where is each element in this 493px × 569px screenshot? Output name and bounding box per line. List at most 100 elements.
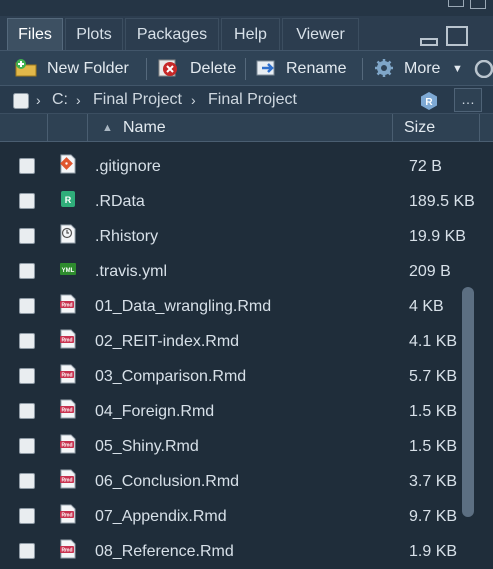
file-row[interactable]: Rmd 03_Comparison.Rmd 5.7 KB xyxy=(0,359,480,394)
select-all-column[interactable] xyxy=(0,114,48,142)
file-list: .gitignore 72 B R .RData 189.5 KB .Rhistory 19… xyxy=(0,149,493,568)
maximize-handle-icon[interactable] xyxy=(470,0,486,9)
toolbar-divider xyxy=(146,58,147,80)
file-size: 4 KB xyxy=(409,298,444,315)
breadcrumb-segment[interactable]: Final Project xyxy=(93,86,182,114)
new-folder-button[interactable]: New Folder xyxy=(47,51,129,85)
svg-text:Rmd: Rmd xyxy=(61,338,72,344)
file-checkbox[interactable] xyxy=(19,158,35,174)
file-row[interactable]: Rmd 07_Appendix.Rmd 9.7 KB xyxy=(0,499,480,534)
more-path-button[interactable]: … xyxy=(454,88,482,112)
file-size: 5.7 KB xyxy=(409,368,458,385)
refresh-icon[interactable] xyxy=(474,60,493,78)
file-size: 3.7 KB xyxy=(409,473,458,490)
file-row[interactable]: Rmd 06_Conclusion.Rmd 3.7 KB xyxy=(0,464,480,499)
file-size: 4.1 KB xyxy=(409,333,458,350)
svg-text:R: R xyxy=(425,97,433,108)
file-size: 209 B xyxy=(409,263,451,280)
scrollbar[interactable] xyxy=(462,149,474,568)
rmd-icon: Rmd xyxy=(60,294,76,314)
file-name-link[interactable]: 04_Foreign.Rmd xyxy=(95,394,214,429)
tab-files[interactable]: Files xyxy=(7,18,63,50)
svg-text:Rmd: Rmd xyxy=(61,513,72,519)
file-row[interactable]: .Rhistory 19.9 KB xyxy=(0,219,480,254)
name-column-header[interactable]: ▲ Name xyxy=(88,114,393,142)
tab-plots[interactable]: Plots xyxy=(65,18,123,50)
svg-text:Rmd: Rmd xyxy=(61,373,72,379)
file-checkbox[interactable] xyxy=(19,298,35,314)
gear-icon xyxy=(375,59,393,77)
file-name-link[interactable]: .Rhistory xyxy=(95,219,158,254)
window-top-strip xyxy=(0,0,493,16)
file-name-link[interactable]: 06_Conclusion.Rmd xyxy=(95,464,239,499)
file-checkbox[interactable] xyxy=(19,508,35,524)
toolbar-divider xyxy=(245,58,246,80)
more-dropdown-arrow-icon[interactable]: ▼ xyxy=(452,51,463,85)
home-checkbox-icon[interactable] xyxy=(13,93,29,109)
file-row[interactable]: Rmd 02_REIT-index.Rmd 4.1 KB xyxy=(0,324,480,359)
file-checkbox[interactable] xyxy=(19,333,35,349)
file-name-link[interactable]: 03_Comparison.Rmd xyxy=(95,359,246,394)
toolbar-divider xyxy=(362,58,363,80)
svg-text:Rmd: Rmd xyxy=(61,303,72,309)
delete-icon xyxy=(158,59,177,77)
file-name-link[interactable]: 05_Shiny.Rmd xyxy=(95,429,199,464)
file-checkbox[interactable] xyxy=(19,543,35,559)
file-row[interactable]: Rmd 01_Data_wrangling.Rmd 4 KB xyxy=(0,289,480,324)
file-checkbox[interactable] xyxy=(19,193,35,209)
breadcrumb-separator-icon: › xyxy=(191,92,196,108)
breadcrumb-separator-icon: › xyxy=(36,92,41,108)
rename-icon xyxy=(256,60,275,76)
maximize-pane-icon[interactable] xyxy=(446,26,468,46)
breadcrumb-segment[interactable]: Final Project xyxy=(208,86,297,114)
file-name-link[interactable]: .travis.yml xyxy=(95,254,167,289)
breadcrumb-separator-icon: › xyxy=(76,92,81,108)
file-name-link[interactable]: 07_Appendix.Rmd xyxy=(95,499,227,534)
file-checkbox[interactable] xyxy=(19,438,35,454)
project-icon[interactable]: R xyxy=(419,91,439,111)
file-name-link[interactable]: .RData xyxy=(95,184,145,219)
file-name-link[interactable]: 01_Data_wrangling.Rmd xyxy=(95,289,271,324)
file-row[interactable]: R .RData 189.5 KB xyxy=(0,184,480,219)
file-row[interactable]: Rmd 05_Shiny.Rmd 1.5 KB xyxy=(0,429,480,464)
file-checkbox[interactable] xyxy=(19,403,35,419)
new-folder-icon xyxy=(15,59,37,77)
svg-text:Rmd: Rmd xyxy=(61,548,72,554)
breadcrumb-root[interactable]: C: xyxy=(52,86,68,114)
size-column-header[interactable]: Size xyxy=(393,114,480,142)
file-checkbox[interactable] xyxy=(19,228,35,244)
files-toolbar: New Folder Delete Rename More ▼ xyxy=(0,50,493,86)
file-size: 1.5 KB xyxy=(409,403,458,420)
file-name-link[interactable]: .gitignore xyxy=(95,149,161,184)
file-name-link[interactable]: 08_Reference.Rmd xyxy=(95,534,234,569)
rename-button[interactable]: Rename xyxy=(286,51,346,85)
scrollbar-thumb[interactable] xyxy=(462,287,474,517)
delete-button[interactable]: Delete xyxy=(190,51,236,85)
tab-help[interactable]: Help xyxy=(221,18,280,50)
history-icon xyxy=(60,224,76,244)
file-row[interactable]: YML .travis.yml 209 B xyxy=(0,254,480,289)
file-row[interactable]: Rmd 04_Foreign.Rmd 1.5 KB xyxy=(0,394,480,429)
file-checkbox[interactable] xyxy=(19,263,35,279)
minimize-handle-icon[interactable] xyxy=(448,0,464,7)
minimize-pane-icon[interactable] xyxy=(420,38,438,46)
rdata-icon: R xyxy=(61,191,75,207)
tab-viewer[interactable]: Viewer xyxy=(282,18,359,50)
yml-icon: YML xyxy=(60,263,76,275)
tab-packages[interactable]: Packages xyxy=(125,18,219,50)
rmd-icon: Rmd xyxy=(60,364,76,384)
svg-text:R: R xyxy=(65,195,72,205)
file-size: 1.9 KB xyxy=(409,543,458,560)
file-size: 19.9 KB xyxy=(409,228,466,245)
file-row[interactable]: Rmd 08_Reference.Rmd 1.9 KB xyxy=(0,534,480,569)
file-row[interactable]: .gitignore 72 B xyxy=(0,149,480,184)
svg-text:Rmd: Rmd xyxy=(61,478,72,484)
file-size: 1.5 KB xyxy=(409,438,458,455)
file-name-link[interactable]: 02_REIT-index.Rmd xyxy=(95,324,239,359)
rmd-icon: Rmd xyxy=(60,399,76,419)
file-checkbox[interactable] xyxy=(19,473,35,489)
more-button[interactable]: More xyxy=(404,51,440,85)
svg-text:Rmd: Rmd xyxy=(61,443,72,449)
file-checkbox[interactable] xyxy=(19,368,35,384)
svg-text:YML: YML xyxy=(62,268,75,274)
